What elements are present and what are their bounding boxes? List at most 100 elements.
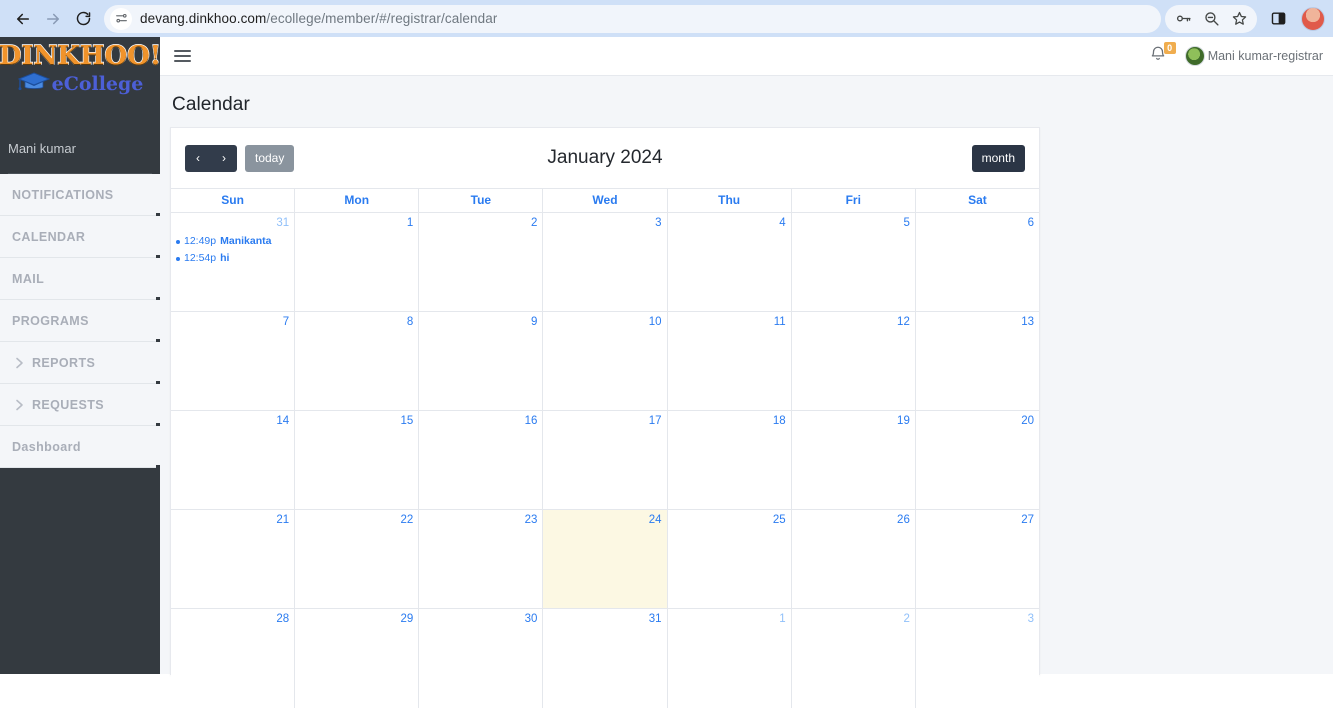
calendar-day-cell[interactable]: 12	[790, 312, 915, 410]
calendar-day-cell[interactable]: 22	[294, 510, 419, 608]
graduation-cap-icon	[17, 71, 51, 98]
user-menu-label: Mani kumar-registrar	[1207, 49, 1323, 63]
address-bar-url: devang.dinkhoo.com/ecollege/member/#/reg…	[140, 11, 497, 26]
event-dot-icon	[176, 239, 180, 244]
logo-wordmark: DINKHOO!	[0, 41, 160, 71]
zoom-out-icon[interactable]	[1197, 5, 1225, 33]
event-time: 12:49p	[184, 235, 217, 247]
weekday-header-tue: Tue	[418, 189, 542, 212]
calendar-day-cell[interactable]: 5	[790, 213, 915, 311]
browser-profile-avatar[interactable]	[1301, 6, 1325, 31]
forward-arrow-icon[interactable]	[38, 4, 68, 34]
sidebar-item-reports[interactable]: REPORTS	[0, 342, 160, 384]
day-number: 24	[648, 514, 662, 526]
day-number: 12	[897, 316, 910, 328]
bookmark-star-icon[interactable]	[1225, 5, 1253, 33]
sidebar-item-dashboard[interactable]: Dashboard	[0, 426, 160, 468]
calendar-day-cell[interactable]: 3	[914, 609, 1039, 708]
site-settings-icon[interactable]	[110, 7, 132, 30]
calendar-day-cell[interactable]: 14	[171, 411, 295, 509]
notification-bell-button[interactable]: 0	[1149, 42, 1176, 67]
notification-badge: 0	[1163, 42, 1176, 54]
calendar-day-cell[interactable]: 1	[294, 213, 419, 311]
calendar-day-cell[interactable]: 25	[666, 510, 791, 608]
calendar-day-cell[interactable]: 18	[666, 411, 791, 509]
calendar-day-cell[interactable]: 30	[418, 609, 543, 708]
calendar-day-cell[interactable]: 6	[914, 213, 1039, 311]
calendar-day-cell[interactable]: 26	[790, 510, 915, 608]
calendar-day-cell[interactable]: 17	[542, 411, 667, 509]
calendar-day-cell[interactable]: 2	[418, 213, 543, 311]
calendar-day-cell[interactable]: 29	[294, 609, 419, 708]
topbar-right-group: 0 Mani kumar-registrar	[1149, 42, 1323, 67]
sidebar-item-mail[interactable]: MAIL	[0, 258, 160, 300]
calendar-day-cell[interactable]: 10	[542, 312, 667, 410]
calendar-view-group: month	[971, 144, 1025, 172]
event-title: Manikanta	[220, 235, 272, 247]
calendar-weekday-header: Sun Mon Tue Wed Thu Fri Sat	[171, 188, 1039, 213]
calendar-day-cell[interactable]: 16	[418, 411, 543, 509]
calendar-day-cell[interactable]: 13	[914, 312, 1039, 410]
calendar-day-cell[interactable]: 15	[294, 411, 419, 509]
day-number: 27	[1021, 514, 1034, 526]
calendar-day-cell[interactable]: 31	[542, 609, 667, 708]
calendar-day-cell[interactable]: 23	[418, 510, 543, 608]
month-view-button[interactable]: month	[971, 144, 1025, 172]
sidebar-item-requests[interactable]: REQUESTS	[0, 384, 160, 426]
day-number: 20	[1021, 415, 1034, 427]
sidebar-item-label: CALENDAR	[12, 229, 86, 244]
prev-month-button[interactable]: ‹	[185, 144, 211, 172]
calendar-event[interactable]: 12:54p hi	[176, 250, 289, 267]
day-number: 22	[400, 514, 414, 526]
calendar-day-cell[interactable]: 2	[790, 609, 915, 708]
calendar-event[interactable]: 12:49p Manikanta	[176, 233, 289, 250]
user-menu[interactable]: Mani kumar-registrar	[1184, 46, 1323, 66]
day-number: 9	[531, 316, 538, 328]
back-arrow-icon[interactable]	[8, 4, 38, 34]
browser-tool-icons	[1263, 4, 1325, 34]
password-key-icon[interactable]	[1169, 5, 1197, 33]
calendar-day-cell[interactable]: 20	[914, 411, 1039, 509]
calendar-day-cell[interactable]: 1	[666, 609, 791, 708]
day-number: 1	[779, 613, 786, 625]
calendar-week-row: 31 12:49p Manikanta 12:54p hi 1 2 3 4 5 6	[171, 213, 1039, 312]
calendar-day-cell[interactable]: 8	[294, 312, 419, 410]
calendar-day-cell[interactable]: 27	[914, 510, 1039, 608]
today-button[interactable]: today	[245, 144, 295, 172]
day-number: 18	[772, 415, 786, 427]
calendar-day-cell[interactable]: 11	[666, 312, 791, 410]
sidebar-item-calendar[interactable]: CALENDAR	[0, 216, 160, 258]
day-number: 13	[1021, 316, 1034, 328]
sidebar-item-label: REQUESTS	[32, 397, 104, 412]
day-number: 28	[276, 613, 290, 625]
hamburger-menu-icon[interactable]	[174, 50, 191, 62]
sidebar-item-programs[interactable]: PROGRAMS	[0, 300, 160, 342]
calendar-day-cell[interactable]: 31 12:49p Manikanta 12:54p hi	[171, 213, 295, 311]
event-time: 12:54p	[184, 252, 217, 264]
omnibox-actions	[1165, 4, 1257, 33]
brand-logo[interactable]: DINKHOO! eCollege	[0, 37, 160, 127]
side-panel-icon[interactable]	[1263, 4, 1293, 34]
sidebar-item-notifications[interactable]: NOTIFICATIONS	[0, 174, 160, 216]
sidebar-menu: NOTIFICATIONS CALENDAR MAIL PROGRAMS REPORTS…	[0, 174, 160, 468]
calendar-week-row: 14 15 16 17 18 19 20	[171, 411, 1039, 510]
day-number: 2	[903, 613, 910, 625]
avatar	[1184, 46, 1205, 66]
calendar-day-cell[interactable]: 4	[666, 213, 791, 311]
calendar-day-cell[interactable]: 3	[542, 213, 667, 311]
calendar-day-cell[interactable]: 28	[171, 609, 295, 708]
calendar-day-cell[interactable]: 19	[790, 411, 915, 509]
calendar-week-row: 7 8 9 10 11 12 13	[171, 312, 1039, 411]
calendar-day-cell[interactable]: 21	[171, 510, 295, 608]
calendar-day-cell[interactable]: 24	[542, 510, 667, 608]
weekday-header-wed: Wed	[542, 189, 666, 212]
reload-icon[interactable]	[68, 4, 98, 34]
next-month-button[interactable]: ›	[211, 144, 237, 172]
calendar-day-cell[interactable]: 9	[418, 312, 543, 410]
day-number: 3	[1027, 613, 1034, 625]
sidebar-item-label: Dashboard	[12, 439, 81, 454]
day-number: 30	[524, 613, 538, 625]
calendar-day-cell[interactable]: 7	[171, 312, 295, 410]
weekday-header-sat: Sat	[914, 189, 1039, 212]
address-bar[interactable]: devang.dinkhoo.com/ecollege/member/#/reg…	[104, 4, 1161, 33]
